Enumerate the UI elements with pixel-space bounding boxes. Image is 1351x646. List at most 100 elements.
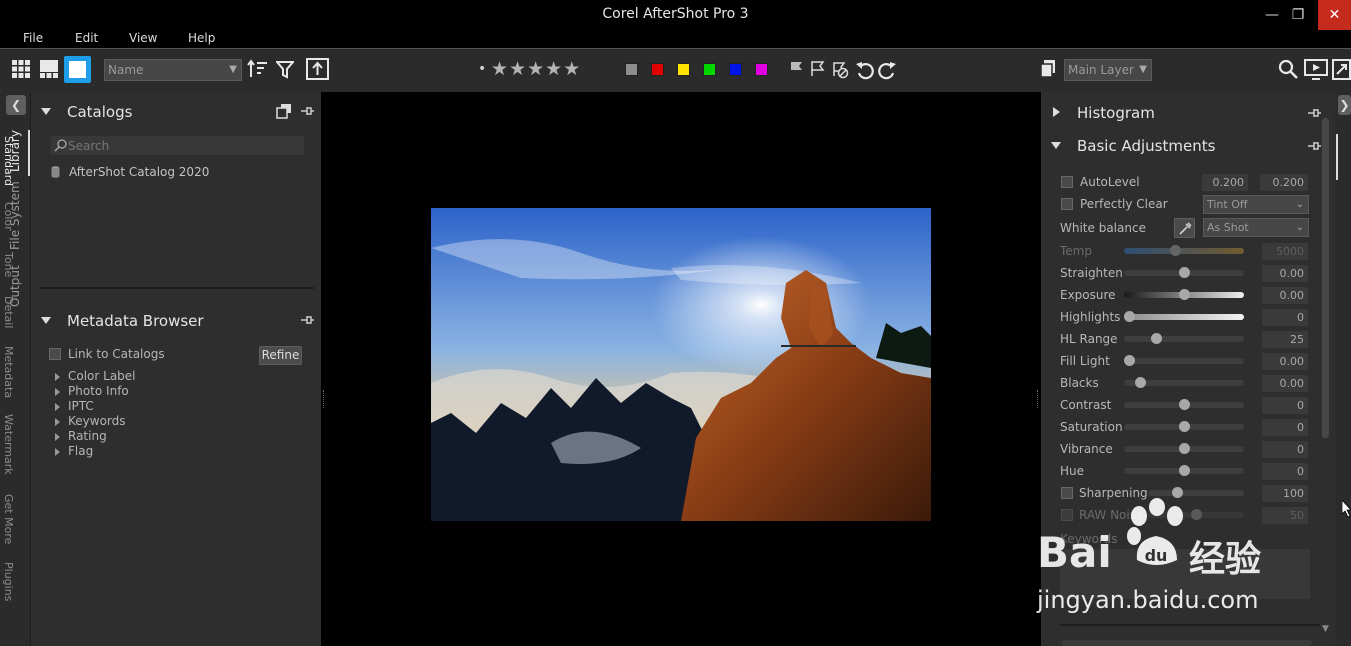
catalogs-collapse-icon[interactable] bbox=[41, 108, 51, 115]
collapse-right-button[interactable]: ❯ bbox=[1338, 95, 1351, 115]
slider-knob[interactable] bbox=[1178, 399, 1190, 410]
straighten-slider[interactable] bbox=[1124, 267, 1244, 278]
color-label-magenta[interactable] bbox=[755, 63, 768, 76]
color-label-gray[interactable] bbox=[625, 63, 638, 76]
left-splitter-handle[interactable] bbox=[323, 390, 326, 408]
expand-icon[interactable] bbox=[55, 418, 60, 426]
rotate-right-icon[interactable] bbox=[877, 60, 897, 80]
highlights-slider[interactable] bbox=[1124, 311, 1244, 322]
hl-range-value[interactable]: 25 bbox=[1262, 331, 1308, 348]
slider-knob[interactable] bbox=[1178, 443, 1190, 454]
vibrance-value[interactable]: 0 bbox=[1262, 441, 1308, 458]
scroll-down-icon[interactable]: ▼ bbox=[1322, 624, 1329, 634]
restore-button[interactable]: ❐ bbox=[1276, 0, 1320, 30]
blacks-slider[interactable] bbox=[1124, 377, 1244, 388]
saturation-slider[interactable] bbox=[1124, 421, 1244, 432]
color-label-green[interactable] bbox=[703, 63, 716, 76]
vibrance-slider[interactable] bbox=[1124, 443, 1244, 454]
unflag-icon[interactable] bbox=[831, 61, 849, 79]
search-input[interactable] bbox=[68, 137, 298, 154]
slideshow-icon[interactable] bbox=[1304, 59, 1328, 80]
pin-icon[interactable] bbox=[1308, 107, 1321, 119]
sharpening-slider[interactable] bbox=[1148, 487, 1244, 498]
contrast-slider[interactable] bbox=[1124, 399, 1244, 410]
slider-knob[interactable] bbox=[1124, 355, 1135, 366]
collapse-left-button[interactable]: ❮ bbox=[6, 95, 26, 115]
fullscreen-icon[interactable] bbox=[1332, 59, 1351, 80]
perfectly-clear-checkbox[interactable] bbox=[1061, 198, 1073, 210]
grid-view-icon[interactable] bbox=[12, 60, 30, 78]
fill-light-slider[interactable] bbox=[1124, 355, 1244, 366]
metadata-collapse-icon[interactable] bbox=[41, 317, 51, 324]
filmstrip-view-icon[interactable] bbox=[40, 60, 58, 78]
exposure-value[interactable]: 0.00 bbox=[1262, 287, 1308, 304]
refine-button[interactable]: Refine bbox=[259, 346, 302, 365]
autolevel-value-high[interactable]: 0.200 bbox=[1260, 174, 1308, 191]
metadata-item-photo-info[interactable]: Photo Info bbox=[68, 384, 129, 398]
star-icon[interactable]: ★ bbox=[563, 58, 581, 80]
metadata-item-rating[interactable]: Rating bbox=[68, 429, 107, 443]
pin-icon[interactable] bbox=[301, 314, 314, 326]
search-icon[interactable] bbox=[1278, 59, 1299, 80]
reject-flag-icon[interactable] bbox=[810, 61, 826, 77]
close-button[interactable]: ✕ bbox=[1318, 0, 1351, 30]
contrast-value[interactable]: 0 bbox=[1262, 397, 1308, 414]
pin-icon[interactable] bbox=[301, 105, 314, 117]
star-icon[interactable]: ★ bbox=[527, 58, 545, 80]
basic-adjustments-collapse-icon[interactable] bbox=[1051, 142, 1061, 149]
expand-icon[interactable] bbox=[55, 448, 60, 456]
temp-slider[interactable] bbox=[1124, 245, 1244, 256]
single-view-button[interactable] bbox=[64, 56, 91, 83]
tab-color[interactable]: Color bbox=[2, 202, 15, 231]
hl-range-slider[interactable] bbox=[1124, 333, 1244, 344]
horizontal-scrollbar[interactable] bbox=[1062, 640, 1312, 646]
slider-knob[interactable] bbox=[1134, 377, 1146, 388]
expand-icon[interactable] bbox=[55, 403, 60, 411]
expand-icon[interactable] bbox=[55, 388, 60, 396]
metadata-item-flag[interactable]: Flag bbox=[68, 444, 93, 458]
layers-icon[interactable] bbox=[1040, 60, 1056, 78]
slider-knob[interactable] bbox=[1171, 487, 1183, 498]
highlights-value[interactable]: 0 bbox=[1262, 309, 1308, 326]
tab-metadata[interactable]: Metadata bbox=[2, 346, 15, 398]
rating-clear-dot[interactable]: • bbox=[478, 61, 486, 77]
sort-icon[interactable] bbox=[247, 59, 269, 79]
autolevel-value-low[interactable]: 0.200 bbox=[1202, 174, 1248, 191]
flag-icon[interactable] bbox=[789, 61, 805, 77]
tab-get-more[interactable]: Get More bbox=[2, 494, 15, 544]
color-label-red[interactable] bbox=[651, 63, 664, 76]
metadata-item-color-label[interactable]: Color Label bbox=[68, 369, 136, 383]
slider-knob[interactable] bbox=[1178, 421, 1190, 432]
expand-icon[interactable] bbox=[55, 433, 60, 441]
tab-tone[interactable]: Tone bbox=[2, 252, 15, 277]
slider-knob[interactable] bbox=[1169, 245, 1181, 256]
tab-watermark[interactable]: Watermark bbox=[2, 414, 15, 475]
exposure-slider[interactable] bbox=[1124, 289, 1244, 300]
color-label-blue[interactable] bbox=[729, 63, 742, 76]
tab-standard[interactable]: Standard bbox=[2, 136, 15, 186]
slider-knob[interactable] bbox=[1178, 267, 1190, 278]
star-icon[interactable]: ★ bbox=[509, 58, 527, 80]
saturation-value[interactable]: 0 bbox=[1262, 419, 1308, 436]
blacks-value[interactable]: 0.00 bbox=[1262, 375, 1308, 392]
star-icon[interactable]: ★ bbox=[545, 58, 563, 80]
tab-plugins[interactable]: Plugins bbox=[2, 562, 15, 601]
catalog-item[interactable]: AfterShot Catalog 2020 bbox=[69, 165, 209, 179]
slider-knob[interactable] bbox=[1178, 289, 1190, 300]
color-label-yellow[interactable] bbox=[677, 63, 690, 76]
fill-light-value[interactable]: 0.00 bbox=[1262, 353, 1308, 370]
metadata-item-iptc[interactable]: IPTC bbox=[68, 399, 94, 413]
histogram-expand-icon[interactable] bbox=[1053, 107, 1060, 117]
rotate-left-icon[interactable] bbox=[855, 60, 875, 80]
right-splitter-handle[interactable] bbox=[1037, 390, 1040, 408]
temp-value[interactable]: 5000 bbox=[1262, 243, 1308, 260]
metadata-item-keywords[interactable]: Keywords bbox=[68, 414, 126, 428]
menu-edit[interactable]: Edit bbox=[75, 31, 98, 45]
tab-detail[interactable]: Detail bbox=[2, 296, 15, 328]
straighten-value[interactable]: 0.00 bbox=[1262, 265, 1308, 282]
tint-select[interactable]: Tint Off ⌄ bbox=[1203, 195, 1309, 214]
slider-knob[interactable] bbox=[1178, 465, 1190, 476]
star-rating[interactable]: ★★★★★ bbox=[491, 58, 581, 80]
star-icon[interactable]: ★ bbox=[491, 58, 509, 80]
layer-select[interactable]: Main Layer ▼ bbox=[1064, 59, 1152, 81]
